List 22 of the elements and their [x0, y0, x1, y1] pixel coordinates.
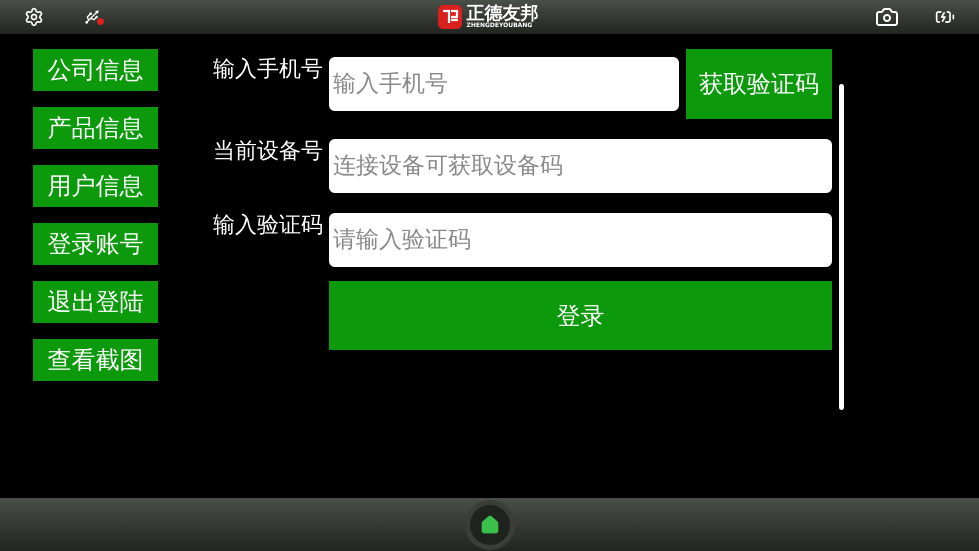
home-icon	[480, 514, 500, 534]
menu-button[interactable]: 产品信息	[33, 107, 158, 149]
menu-button[interactable]: 退出登陆	[33, 281, 158, 323]
scrollbar[interactable]	[839, 84, 844, 410]
settings-icon[interactable]	[24, 7, 44, 27]
input-field[interactable]: 连接设备可获取设备码	[329, 139, 832, 193]
logo-title: 正德友邦	[466, 5, 538, 23]
get-code-button[interactable]: 获取验证码	[686, 49, 832, 119]
error-icon	[97, 18, 104, 25]
menu-button[interactable]: 公司信息	[33, 49, 158, 91]
usb-icon[interactable]	[84, 9, 100, 25]
field-label: 输入验证码	[213, 212, 324, 239]
menu-button[interactable]: 用户信息	[33, 165, 158, 207]
input-field[interactable]: 请输入验证码	[329, 213, 832, 267]
field-label: 输入手机号	[213, 56, 324, 83]
menu-button[interactable]: 查看截图	[33, 339, 158, 381]
menu-button[interactable]: 登录账号	[33, 223, 158, 265]
field-label: 当前设备号	[213, 138, 324, 165]
login-button[interactable]: 登录	[329, 281, 832, 350]
input-field[interactable]: 输入手机号	[329, 57, 679, 111]
camera-icon[interactable]	[875, 5, 899, 29]
logo-icon	[436, 4, 462, 30]
